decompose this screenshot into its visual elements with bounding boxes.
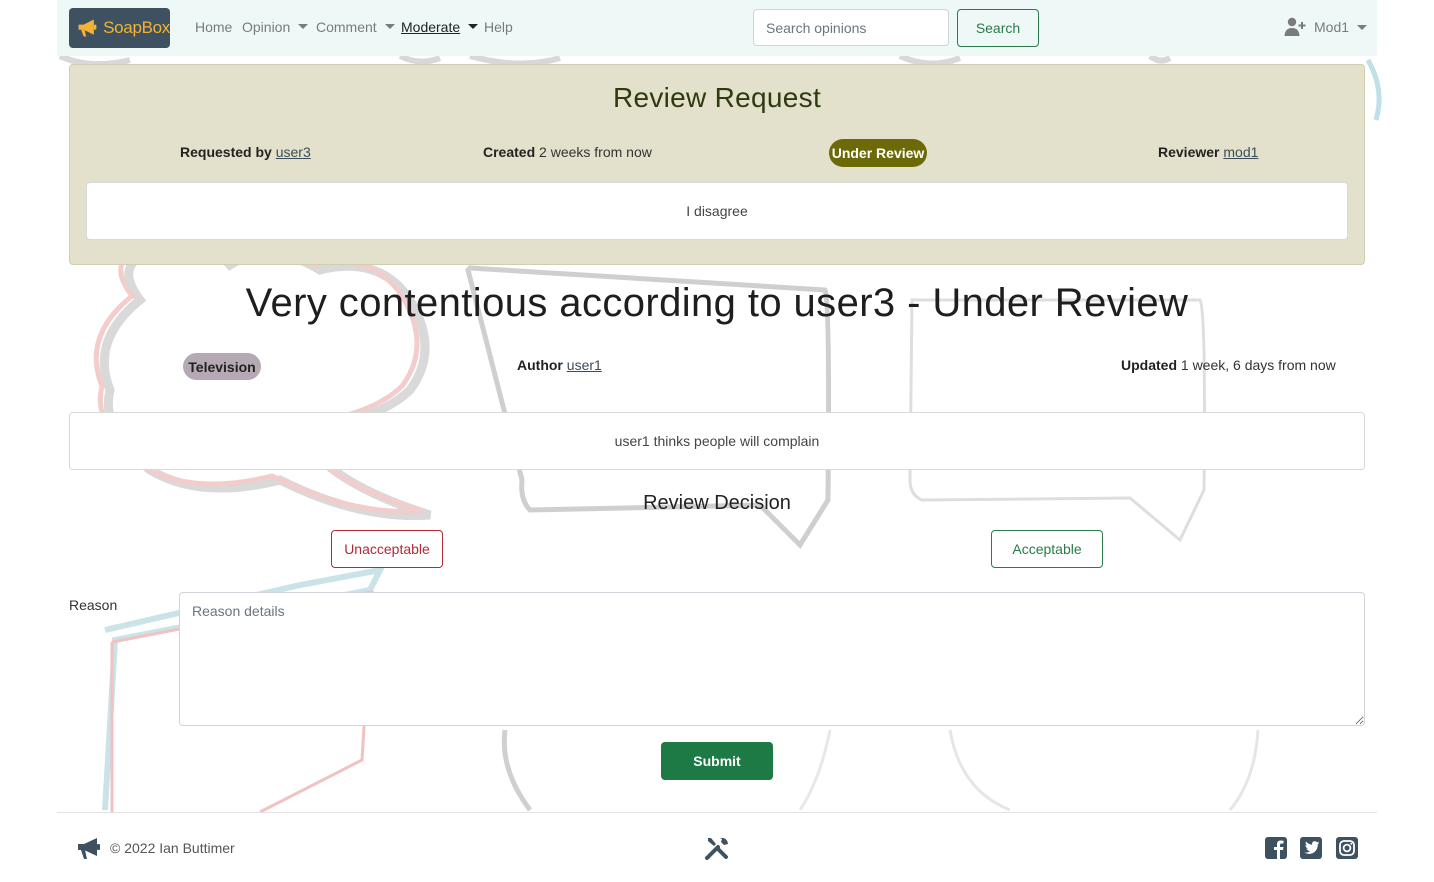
review-decision-heading: Review Decision bbox=[643, 492, 791, 514]
user-menu-dropdown[interactable]: Mod1 bbox=[1284, 17, 1368, 37]
nav-comment-dropdown[interactable]: Comment bbox=[316, 19, 395, 35]
unacceptable-button[interactable]: Unacceptable bbox=[331, 530, 443, 568]
caret-down-icon bbox=[298, 24, 309, 29]
nav-opinion-dropdown[interactable]: Opinion bbox=[242, 19, 309, 35]
copyright-text: © 2022 Ian Buttimer bbox=[110, 840, 235, 856]
requested-by: Requested by user3 bbox=[180, 144, 311, 160]
caret-down-icon bbox=[468, 24, 479, 29]
instagram-icon[interactable] bbox=[1336, 837, 1358, 859]
requested-by-user-link[interactable]: user3 bbox=[276, 144, 311, 160]
navbar: SoapBox Home Opinion Comment Moderate He… bbox=[57, 0, 1377, 56]
reviewer-user-link[interactable]: mod1 bbox=[1223, 144, 1258, 160]
updated-label: Updated bbox=[1121, 357, 1177, 373]
nav-moderate-dropdown[interactable]: Moderate bbox=[401, 19, 479, 35]
opinion-content: user1 thinks people will complain bbox=[69, 412, 1365, 470]
footer: © 2022 Ian Buttimer bbox=[57, 812, 1377, 882]
twitter-icon[interactable] bbox=[1300, 837, 1322, 859]
megaphone-icon bbox=[78, 838, 100, 859]
brand-name: SoapBox bbox=[103, 18, 170, 37]
search-input[interactable] bbox=[753, 9, 949, 46]
nav-help-label: Help bbox=[484, 19, 513, 35]
author-label: Author bbox=[517, 357, 563, 373]
created-label: Created bbox=[483, 144, 536, 160]
category-badge[interactable]: Television bbox=[183, 353, 261, 380]
opinion-author: Author user1 bbox=[517, 357, 602, 373]
search-button[interactable]: Search bbox=[957, 9, 1039, 47]
nav-home[interactable]: Home bbox=[195, 19, 232, 35]
acceptable-button[interactable]: Acceptable bbox=[991, 530, 1103, 568]
submit-button[interactable]: Submit bbox=[661, 742, 773, 780]
user-name: Mod1 bbox=[1314, 19, 1350, 35]
facebook-icon[interactable] bbox=[1265, 837, 1287, 859]
requested-by-label: Requested by bbox=[180, 144, 272, 160]
review-request-comment: I disagree bbox=[86, 182, 1348, 240]
updated-value: 1 week, 6 days from now bbox=[1180, 357, 1336, 373]
nav-opinion-label: Opinion bbox=[242, 19, 291, 35]
caret-down-icon bbox=[1357, 24, 1368, 30]
opinion-title: Very contentious according to user3 - Un… bbox=[245, 281, 1189, 325]
opinion-updated: Updated 1 week, 6 days from now bbox=[1121, 357, 1336, 373]
reviewer-label: Reviewer bbox=[1158, 144, 1220, 160]
nav-help[interactable]: Help bbox=[484, 19, 513, 35]
user-plus-icon bbox=[1284, 17, 1306, 36]
reviewer: Reviewer mod1 bbox=[1158, 144, 1258, 160]
reason-textarea[interactable] bbox=[179, 592, 1365, 726]
status-badge: Under Review bbox=[829, 139, 927, 167]
created-value: 2 weeks from now bbox=[539, 144, 652, 160]
nav-home-label: Home bbox=[195, 19, 233, 35]
brand-logo-link[interactable]: SoapBox bbox=[69, 8, 170, 48]
nav-moderate-label: Moderate bbox=[401, 19, 461, 35]
nav-comment-label: Comment bbox=[316, 19, 377, 35]
caret-down-icon bbox=[384, 24, 395, 29]
review-request-title: Review Request bbox=[612, 82, 822, 113]
tools-icon[interactable] bbox=[704, 835, 730, 861]
reason-label: Reason bbox=[69, 597, 118, 613]
megaphone-icon bbox=[78, 19, 97, 37]
created-date: Created 2 weeks from now bbox=[483, 144, 652, 160]
author-user-link[interactable]: user1 bbox=[567, 357, 602, 373]
review-request-card: Review Request Requested by user3 Create… bbox=[69, 64, 1365, 265]
